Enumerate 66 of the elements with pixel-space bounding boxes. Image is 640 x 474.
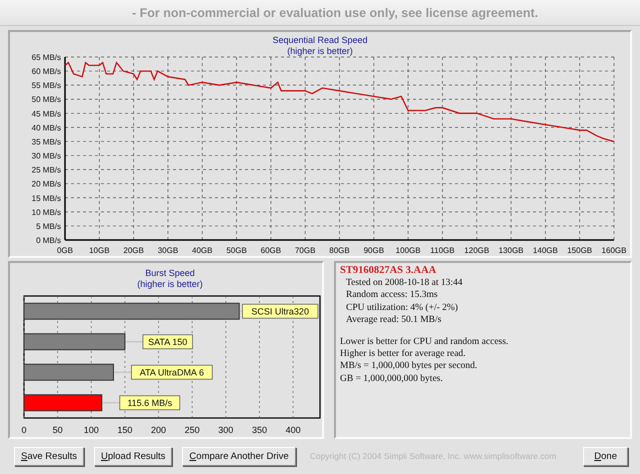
- x-tick-label: 200: [151, 425, 166, 435]
- y-tick-label: 10 MB/s: [32, 208, 61, 217]
- x-tick-label: 140GB: [532, 246, 558, 255]
- bar-label: 115.6 MB/s: [119, 395, 180, 410]
- y-tick-label: 50 MB/s: [32, 95, 61, 104]
- x-tick-label: 30GB: [158, 246, 178, 255]
- y-tick-label: 60 MB/s: [32, 67, 61, 76]
- result-line: Tested on 2008-10-18 at 13:44: [345, 277, 464, 290]
- action-button[interactable]: Upload Results: [94, 446, 172, 466]
- x-tick-label: 350: [252, 425, 267, 435]
- bar-label: ATA UltraDMA 6: [131, 364, 213, 380]
- x-tick-label: 90GB: [364, 246, 384, 255]
- y-tick-label: 0 MB/s: [36, 236, 61, 245]
- x-tick-label: 150GB: [567, 246, 592, 255]
- chart-subtitle: (higher is better): [287, 46, 353, 56]
- chart-subtitle: (higher is better): [137, 279, 203, 289]
- y-tick-label: 115.6 MB/s: [127, 398, 173, 408]
- y-tick-label: SATA 150: [148, 336, 188, 347]
- drive-model: ST9160827AS 3.AAA: [340, 265, 438, 278]
- bar-label: SATA 150: [142, 334, 193, 350]
- result-line: CPU utilization: 4% (+/- 2%): [345, 302, 459, 314]
- x-tick-label: 110GB: [430, 246, 455, 255]
- x-tick-label: 250: [184, 425, 200, 435]
- x-tick-label: 70GB: [294, 246, 316, 255]
- y-tick-label: 35 MB/s: [32, 137, 61, 146]
- x-tick-label: 0GB: [57, 246, 73, 255]
- x-tick-label: 400: [286, 425, 301, 435]
- chart-title: Sequential Read Speed: [272, 35, 368, 45]
- x-tick-label: 150: [117, 425, 132, 435]
- x-tick-label: 40GB: [192, 246, 212, 255]
- y-tick-label: 25 MB/s: [32, 166, 61, 175]
- x-tick-label: 60GB: [260, 246, 282, 255]
- note-line: Lower is better for CPU and random access.: [340, 336, 510, 348]
- action-button[interactable]: Compare Another Drive: [182, 446, 296, 466]
- y-tick-label: ATA UltraDMA 6: [140, 367, 204, 378]
- chart-title: Burst Speed: [145, 268, 195, 278]
- x-tick-label: 50GB: [226, 246, 247, 255]
- result-line: Random access: 15.3ms: [345, 289, 439, 302]
- x-tick-label: 100GB: [396, 246, 421, 255]
- y-tick-label: 40 MB/s: [32, 123, 61, 132]
- window-title: - For non-commercial or evaluation use only, see license agreement.: [132, 6, 538, 20]
- y-tick-label: 65 MB/s: [32, 53, 61, 62]
- y-tick-label: 20 MB/s: [32, 180, 61, 189]
- y-tick-label: SCSI Ultra320: [251, 306, 309, 316]
- x-tick-label: 130GB: [498, 246, 524, 255]
- x-tick-label: 160GB: [602, 246, 626, 255]
- y-tick-label: 55 MB/s: [32, 81, 61, 90]
- result-line: Average read: 50.1 MB/s: [345, 314, 442, 326]
- x-tick-label: 10GB: [89, 246, 110, 255]
- note-line: MB/s = 1,000,000 bytes per second.: [340, 360, 478, 373]
- x-tick-label: 100: [84, 425, 99, 435]
- bar-label: SCSI Ultra320: [242, 304, 318, 319]
- done-button[interactable]: Done: [583, 446, 628, 466]
- y-tick-label: 15 MB/s: [32, 194, 61, 203]
- x-tick-label: 300: [218, 425, 234, 435]
- action-button[interactable]: Save Results: [14, 446, 84, 466]
- x-tick-label: 80GB: [329, 246, 350, 255]
- x-tick-label: 20GB: [123, 246, 144, 255]
- y-tick-label: 5 MB/s: [36, 222, 61, 231]
- y-tick-label: 30 MB/s: [32, 152, 61, 161]
- x-tick-label: 50: [52, 425, 63, 435]
- note-line: GB = 1,000,000,000 bytes.: [340, 372, 444, 385]
- x-tick-label: 0: [22, 425, 26, 435]
- note-line: Higher is better for average read.: [340, 348, 467, 360]
- x-tick-label: 120GB: [464, 246, 490, 255]
- y-tick-label: 45 MB/s: [32, 109, 61, 118]
